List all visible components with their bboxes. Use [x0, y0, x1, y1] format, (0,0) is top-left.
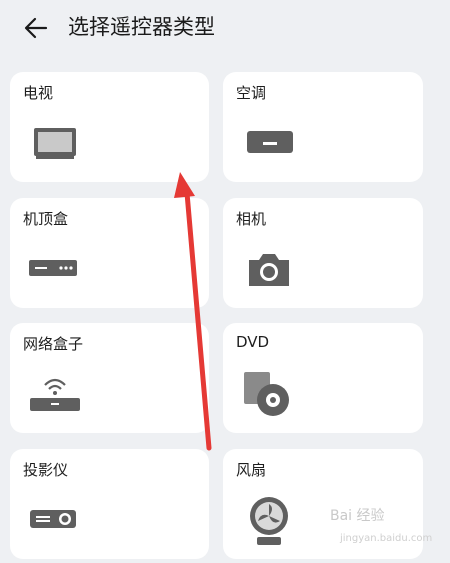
device-card-set-top-box[interactable]: 机顶盒: [10, 198, 209, 308]
device-label-tv: 电视: [23, 84, 54, 102]
camera-icon: [249, 254, 289, 286]
device-card-network-box[interactable]: 网络盒子: [10, 323, 209, 433]
device-card-projector[interactable]: 投影仪: [10, 449, 209, 559]
device-label-set-top-box: 机顶盒: [23, 210, 69, 228]
back-arrow-icon[interactable]: [22, 14, 50, 42]
device-label-fan: 风扇: [236, 461, 267, 479]
air-conditioner-icon: [247, 131, 293, 153]
device-label-network-box: 网络盒子: [23, 335, 84, 353]
app-header: 选择遥控器类型: [0, 0, 450, 58]
watermark-logo: Bai 经验: [330, 508, 385, 524]
page-title: 选择遥控器类型: [68, 15, 215, 39]
set-top-box-icon: [29, 260, 77, 276]
tv-icon: [34, 128, 76, 159]
device-card-air-conditioner[interactable]: 空调: [223, 72, 423, 182]
projector-icon: [30, 510, 76, 528]
device-label-projector: 投影仪: [23, 461, 69, 479]
device-card-dvd[interactable]: DVD: [223, 323, 423, 433]
device-label-camera: 相机: [236, 210, 267, 228]
dvd-icon: [244, 372, 289, 416]
device-label-air-conditioner: 空调: [236, 84, 267, 102]
network-box-icon: [30, 378, 80, 411]
watermark-url: jingyan.baidu.com: [340, 533, 433, 544]
device-card-camera[interactable]: 相机: [223, 198, 423, 308]
fan-icon: [250, 497, 288, 545]
device-label-dvd: DVD: [236, 333, 270, 351]
device-card-tv[interactable]: 电视: [10, 72, 209, 182]
